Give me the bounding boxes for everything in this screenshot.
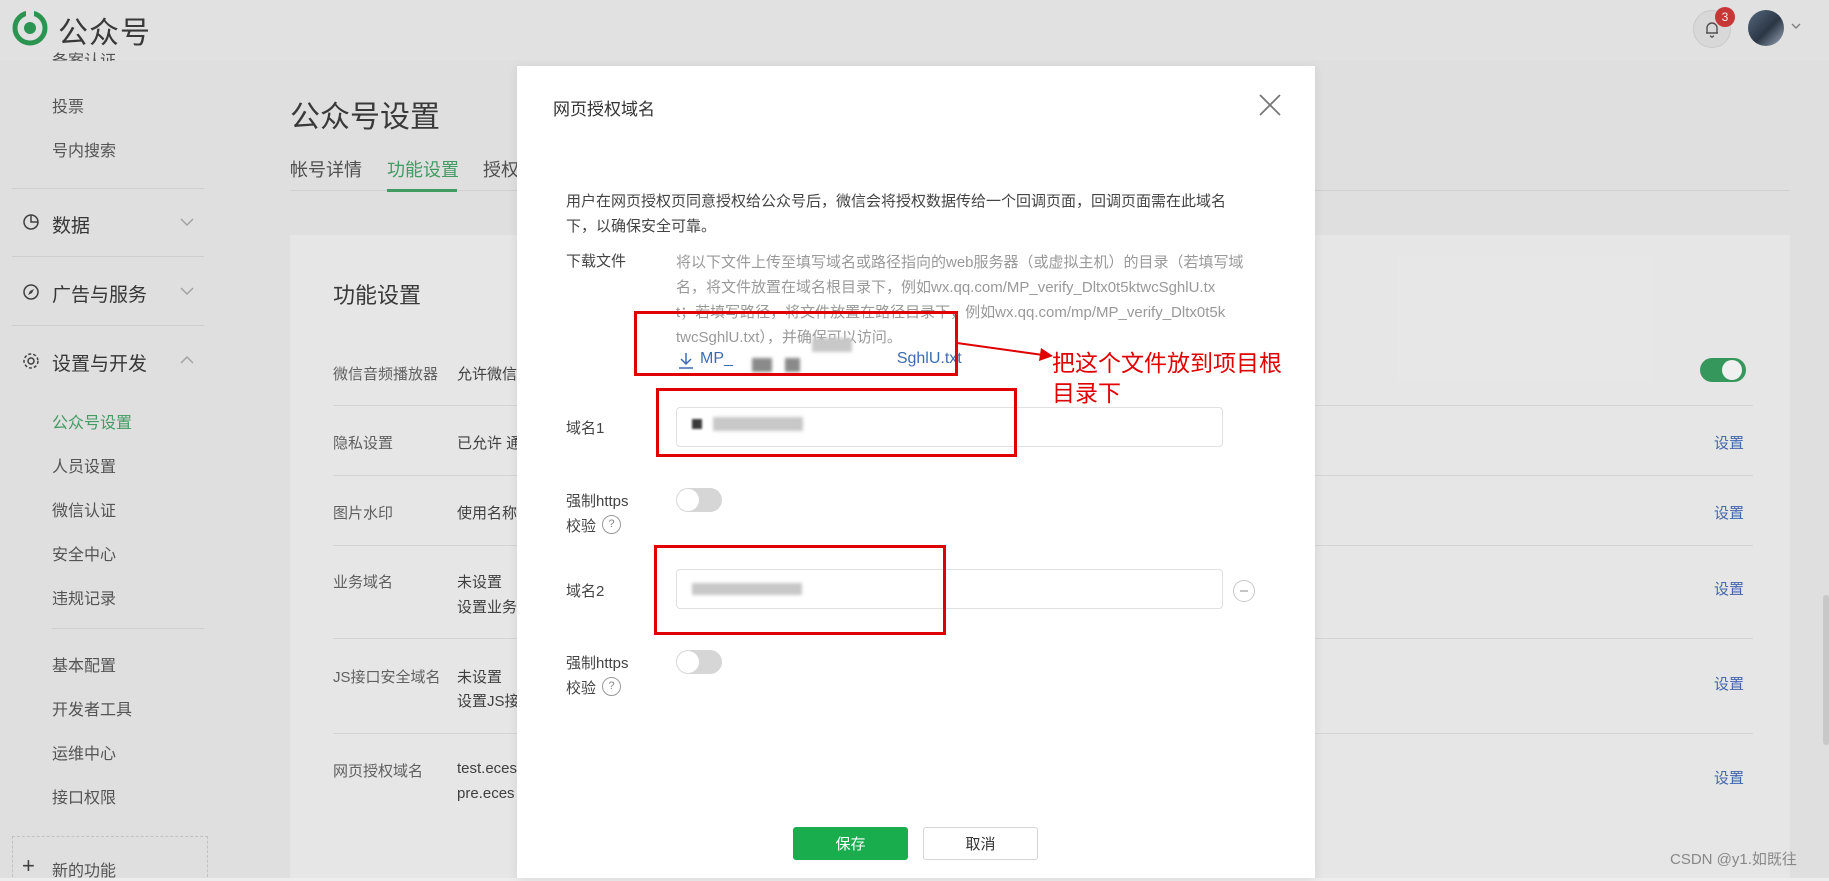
download-note-line1: 将以下文件上传至填写域名或路径指向的web服务器（或虚拟主机）的目录（若填写域 [676, 254, 1244, 271]
annotation-box-domain2 [654, 545, 946, 635]
https-check-label-1: 强制https [566, 655, 629, 672]
remove-domain-button[interactable] [1233, 580, 1255, 602]
https-check-label-1: 强制https [566, 493, 629, 510]
scrollbar[interactable] [1823, 595, 1829, 745]
oauth-domain-dialog [517, 66, 1315, 878]
arrow-icon [956, 342, 1053, 361]
download-file-label: 下载文件 [566, 253, 627, 270]
annotation-text: 把这个文件放到项目根 目录下 [1052, 349, 1282, 409]
dialog-description-line1: 用户在网页授权页同意授权给公众号后，微信会将授权数据传给一个回调页面，回调页面需… [566, 193, 1227, 210]
https-check-label-2: 校验 [566, 680, 597, 697]
https-check-label-2: 校验 [566, 518, 597, 535]
save-button[interactable]: 保存 [793, 827, 908, 860]
download-note-line2: 名，将文件放置在域名根目录下，例如wx.qq.com/MP_verify_Dlt… [676, 279, 1216, 296]
domain2-label: 域名2 [566, 583, 605, 600]
csdn-watermark: CSDN @y1.如既往 [1670, 851, 1797, 868]
annotation-line2: 目录下 [1052, 381, 1121, 406]
annotation-line1: 把这个文件放到项目根 [1052, 351, 1282, 376]
domain1-label: 域名1 [566, 420, 605, 437]
dialog-title: 网页授权域名 [553, 100, 655, 119]
toggle-knob [677, 651, 699, 673]
toggle-knob [677, 489, 699, 511]
help-icon[interactable]: ? [602, 515, 621, 534]
dialog-description-line2: 下，以确保安全可靠。 [566, 218, 717, 235]
help-icon[interactable]: ? [602, 677, 621, 696]
minus-icon [1240, 590, 1248, 592]
cancel-button[interactable]: 取消 [923, 827, 1038, 860]
annotation-box-domain1 [656, 388, 1017, 457]
close-icon[interactable] [1258, 93, 1282, 117]
annotation-box-download [634, 311, 958, 376]
